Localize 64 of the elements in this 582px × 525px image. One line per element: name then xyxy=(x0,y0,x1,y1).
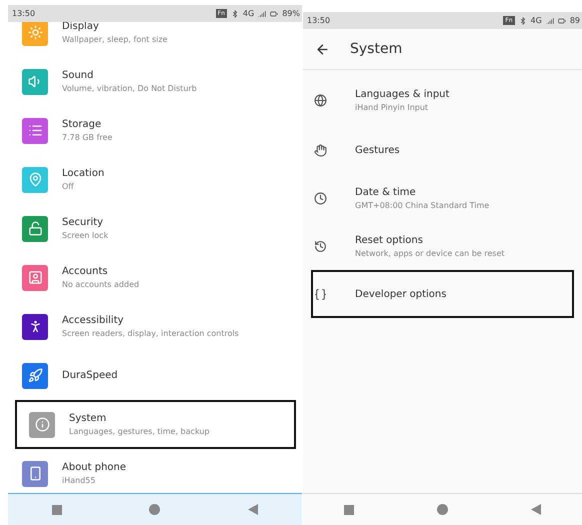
item-title: Languages & input xyxy=(355,88,450,100)
item-subtitle: 7.78 GB free xyxy=(62,133,112,142)
system-item[interactable]: Languages & input iHand Pinyin Input xyxy=(303,74,582,126)
item-subtitle: No accounts added xyxy=(62,280,140,289)
recents-button[interactable] xyxy=(344,504,354,514)
settings-item[interactable]: Security Screen lock xyxy=(8,204,302,253)
bluetooth-icon xyxy=(230,10,239,18)
back-button[interactable] xyxy=(530,504,541,515)
system-item[interactable]: Gestures xyxy=(303,126,582,174)
item-title: System xyxy=(69,413,108,424)
system-item[interactable]: Date & time GMT+08:00 China Standard Time xyxy=(303,174,582,222)
settings-item[interactable]: Accounts No accounts added xyxy=(8,253,302,302)
item-subtitle: iHand Pinyin Input xyxy=(355,102,430,112)
item-title: Date & time xyxy=(355,186,417,198)
item-subtitle: Wallpaper, sleep, font size xyxy=(62,35,168,44)
item-subtitle: Network, apps or device can be reset xyxy=(355,248,505,258)
network-label: 4G xyxy=(530,16,542,25)
screen-title: System xyxy=(350,41,402,57)
item-title: Location xyxy=(62,168,104,179)
clock-icon xyxy=(314,192,327,204)
item-subtitle: Volume, vibration, Do Not Disturb xyxy=(62,84,197,93)
settings-item[interactable]: About phone iHand55 xyxy=(8,449,302,493)
settings-item[interactable]: DuraSpeed xyxy=(8,351,302,400)
battery-icon xyxy=(558,16,566,24)
battery-level: 89% xyxy=(282,9,300,18)
item-subtitle: iHand55 xyxy=(62,476,96,485)
history-icon xyxy=(314,240,327,252)
battery-level: 89 xyxy=(570,16,580,25)
home-button[interactable] xyxy=(149,504,160,515)
system-item[interactable]: Reset options Network, apps or device can be reset xyxy=(303,222,582,270)
settings-item[interactable]: Sound Volume, vibration, Do Not Disturb xyxy=(8,57,302,106)
item-title: About phone xyxy=(62,462,126,473)
system-item[interactable]: Developer options xyxy=(311,270,574,318)
status-time: 13:50 xyxy=(12,9,36,18)
item-subtitle: GMT+08:00 China Standard Time xyxy=(355,200,490,210)
item-subtitle: Off xyxy=(62,182,75,191)
item-subtitle: Screen readers, display, interaction controls xyxy=(62,329,239,338)
bluetooth-icon xyxy=(518,16,527,24)
item-title: Accounts xyxy=(62,266,109,277)
globe-icon xyxy=(314,94,327,106)
braces-icon xyxy=(314,288,327,300)
signal-icon xyxy=(258,10,266,18)
home-button[interactable] xyxy=(436,504,448,515)
settings-item[interactable]: System Languages, gestures, time, backup xyxy=(15,400,296,449)
status-time: 13:50 xyxy=(307,16,330,25)
item-subtitle: Languages, gestures, time, backup xyxy=(69,427,210,436)
item-title: Developer options xyxy=(355,288,446,300)
item-title: DuraSpeed xyxy=(62,370,118,381)
network-label: 4G xyxy=(242,9,254,18)
item-subtitle: Screen lock xyxy=(62,231,108,240)
back-button[interactable] xyxy=(248,504,258,515)
battery-icon xyxy=(270,10,278,18)
recents-button[interactable] xyxy=(52,504,62,514)
settings-item[interactable]: Location Off xyxy=(8,155,302,204)
item-title: Accessibility xyxy=(62,315,125,326)
item-title: Gestures xyxy=(355,144,400,156)
item-title: Sound xyxy=(62,70,94,81)
settings-item[interactable]: Accessibility Screen readers, display, interaction controls xyxy=(8,302,302,351)
hand-gesture-icon xyxy=(314,144,327,156)
settings-item[interactable]: Storage 7.78 GB free xyxy=(8,106,302,155)
item-title: Reset options xyxy=(355,234,424,246)
item-title: Storage xyxy=(62,119,102,130)
item-title: Security xyxy=(62,217,104,228)
signal-icon xyxy=(546,16,554,24)
